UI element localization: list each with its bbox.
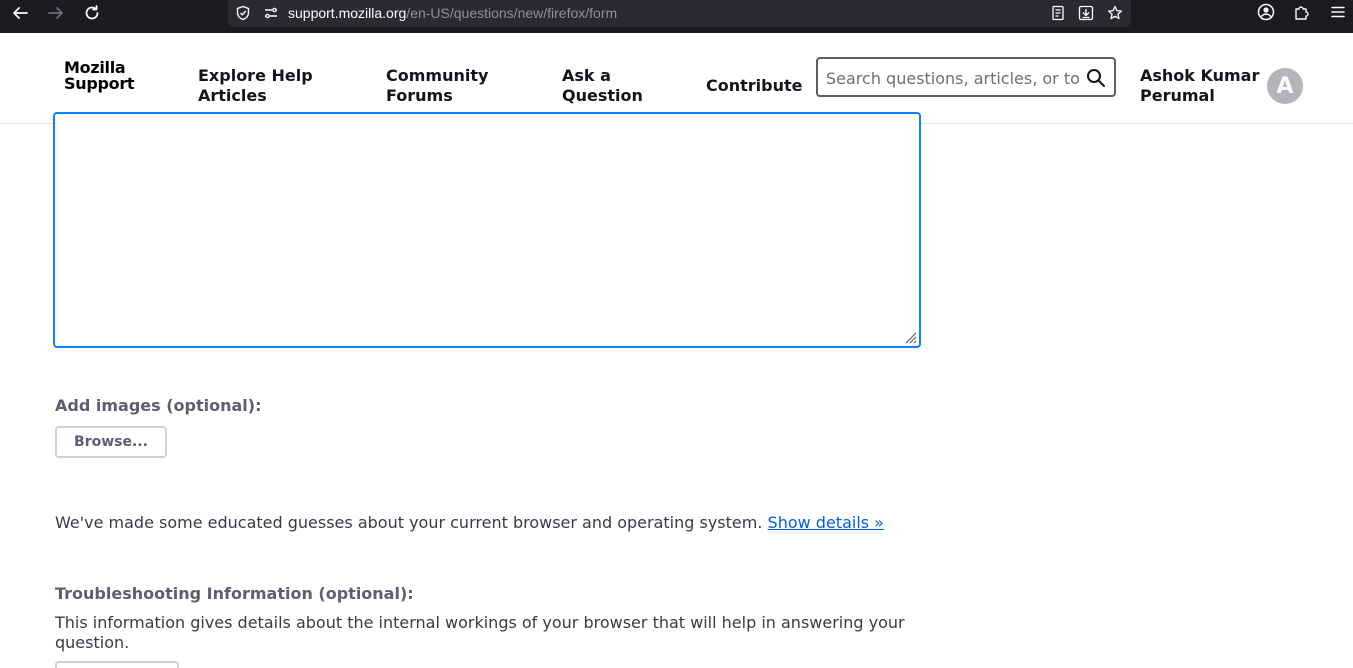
resize-handle-icon[interactable] [903, 330, 917, 344]
back-icon[interactable] [8, 2, 32, 24]
nav-ask-a-question[interactable]: Ask a Question [562, 66, 643, 106]
mozilla-support-logo[interactable]: Mozilla Support [64, 60, 135, 93]
troubleshooting-label: Troubleshooting Information (optional): [55, 584, 414, 603]
question-description-textarea[interactable] [53, 112, 921, 348]
menu-icon[interactable] [1328, 2, 1348, 22]
troubleshooting-description-line-1: This information gives details about the… [55, 613, 905, 632]
extensions-icon[interactable] [1292, 2, 1312, 22]
logo-line-2: Support [64, 74, 135, 93]
user-name-line-1: Ashok Kumar [1140, 66, 1260, 85]
shield-icon[interactable] [233, 3, 253, 23]
url-path: /en-US/questions/new/firefox/form [406, 5, 618, 21]
nav-label-line-2: Articles [198, 86, 267, 105]
troubleshooting-description-line-2: question. [55, 633, 130, 652]
search-box[interactable] [816, 57, 1116, 97]
browser-guess-sentence: We've made some educated guesses about y… [55, 513, 763, 532]
bookmark-star-icon[interactable] [1105, 3, 1125, 23]
browser-guess-text: We've made some educated guesses about y… [55, 513, 884, 533]
search-input[interactable] [826, 67, 1081, 89]
browser-toolbar: support.mozilla.org/en-US/questions/new/… [0, 0, 1353, 33]
add-images-label: Add images (optional): [55, 396, 262, 415]
site-header: Mozilla Support Explore Help Articles Co… [0, 33, 1353, 124]
search-icon[interactable] [1086, 68, 1106, 88]
show-details-link[interactable]: Show details » [768, 513, 884, 532]
nav-explore-help-articles[interactable]: Explore Help Articles [198, 66, 313, 106]
troubleshooting-description: This information gives details about the… [55, 613, 905, 653]
site-permissions-icon[interactable] [261, 3, 281, 23]
nav-label: Contribute [706, 76, 803, 95]
account-icon[interactable] [1256, 2, 1276, 22]
user-name-line-2: Perumal [1140, 86, 1215, 105]
url-text[interactable]: support.mozilla.org/en-US/questions/new/… [288, 5, 617, 21]
reload-icon[interactable] [80, 2, 104, 24]
nav-label-line-1: Community [386, 66, 489, 85]
nav-community-forums[interactable]: Community Forums [386, 66, 488, 106]
reader-view-icon[interactable] [1048, 3, 1068, 23]
share-data-button[interactable] [55, 661, 179, 668]
nav-label-line-2: Question [562, 86, 643, 105]
nav-label-line-2: Forums [386, 86, 453, 105]
url-host: support.mozilla.org [288, 5, 407, 21]
browse-button[interactable]: Browse... [55, 426, 167, 458]
nav-contribute[interactable]: Contribute [706, 76, 803, 96]
url-bar[interactable]: support.mozilla.org/en-US/questions/new/… [228, 0, 1131, 27]
user-name[interactable]: Ashok Kumar Perumal [1140, 66, 1259, 106]
nav-label-line-1: Ask a [562, 66, 611, 85]
nav-label-line-1: Explore Help [198, 66, 313, 85]
download-page-icon[interactable] [1076, 3, 1096, 23]
avatar[interactable]: A [1267, 68, 1303, 104]
forward-icon[interactable] [44, 2, 68, 24]
